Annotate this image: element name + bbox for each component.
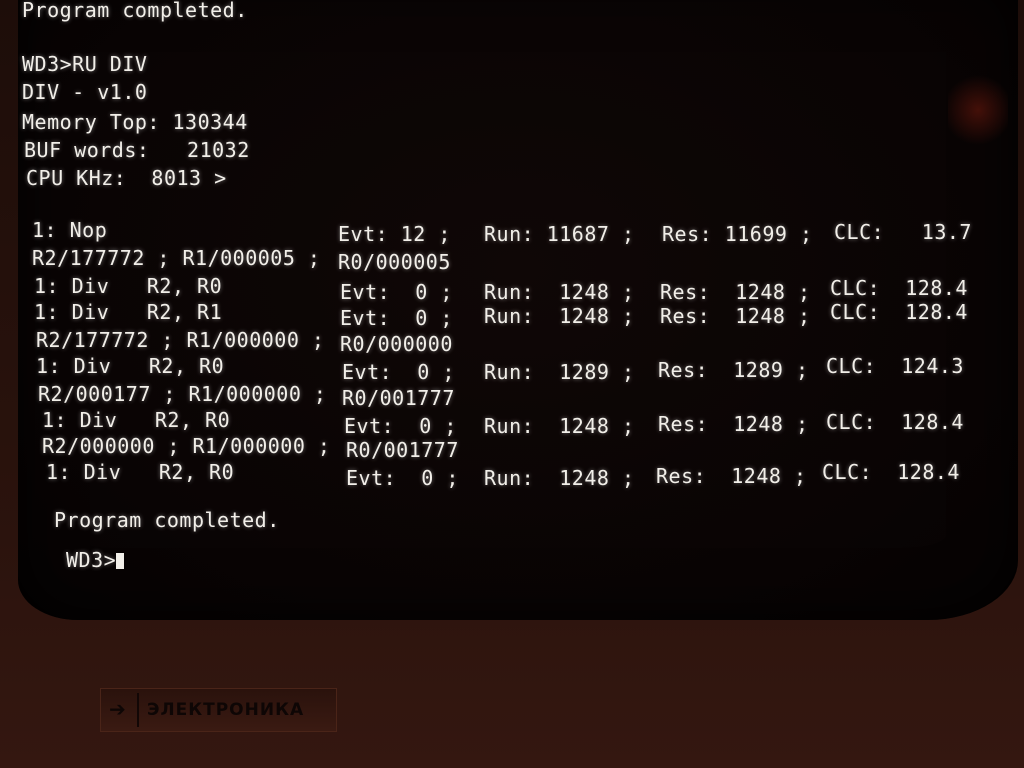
register-r0: R0/000000 (340, 332, 453, 356)
register-line: R2/000000 ; R1/000000 ; (42, 434, 331, 458)
result-clc: CLC: 124.3 (826, 354, 964, 378)
result-evt: Evt: 12 ; (338, 222, 451, 246)
result-clc: CLC: 128.4 (830, 300, 968, 324)
result-left: 1: Div R2, R0 (34, 274, 223, 298)
screen-reflection (948, 70, 1008, 150)
register-line: R2/000177 ; R1/000000 ; (38, 382, 327, 406)
brand-name: ЭЛЕКТРОНИКА (147, 700, 305, 720)
result-clc: CLC: 128.4 (826, 410, 964, 434)
terminal-line: WD3>RU DIV (22, 52, 148, 76)
result-evt: Evt: 0 ; (346, 466, 459, 490)
result-evt: Evt: 0 ; (342, 360, 455, 384)
crt-screen: Program completed. WD3>RU DIV DIV - v1.0… (18, 0, 1018, 620)
terminal-line: BUF words: 21032 (24, 138, 250, 162)
badge-divider (137, 693, 139, 727)
result-res: Res: 11699 ; (662, 222, 813, 246)
brand-badge: ➔ ЭЛЕКТРОНИКА (100, 688, 337, 732)
terminal-line: CPU KHz: 8013 > (26, 166, 227, 190)
result-clc: CLC: 13.7 (834, 220, 972, 244)
result-res: Res: 1248 ; (660, 304, 811, 328)
register-r0: R0/000005 (338, 250, 451, 274)
result-run: Run: 1248 ; (484, 414, 635, 438)
terminal-line: DIV - v1.0 (22, 80, 148, 104)
result-res: Res: 1289 ; (658, 358, 809, 382)
result-clc: CLC: 128.4 (822, 460, 960, 484)
prompt-text: WD3> (66, 548, 117, 572)
command-prompt[interactable]: WD3> (66, 548, 125, 572)
result-clc: CLC: 128.4 (830, 276, 968, 300)
result-evt: Evt: 0 ; (340, 280, 453, 304)
register-r0: R0/001777 (342, 386, 455, 410)
result-run: Run: 11687 ; (484, 222, 635, 246)
elektronika-logo-icon: ➔ (109, 697, 127, 721)
result-run: Run: 1248 ; (484, 466, 635, 490)
result-evt: Evt: 0 ; (340, 306, 453, 330)
register-line: R2/177772 ; R1/000000 ; (36, 328, 325, 352)
result-run: Run: 1248 ; (484, 280, 635, 304)
completion-message: Program completed. (54, 508, 280, 532)
result-left: 1: Div R2, R1 (34, 300, 223, 324)
result-left: 1: Div R2, R0 (36, 354, 225, 378)
result-run: Run: 1248 ; (484, 304, 635, 328)
terminal-line: Program completed. (22, 0, 248, 22)
register-r0: R0/001777 (346, 438, 459, 462)
cursor-icon (116, 553, 125, 569)
result-run: Run: 1289 ; (484, 360, 635, 384)
register-line: R2/177772 ; R1/000005 ; (32, 246, 321, 270)
result-left: 1: Div R2, R0 (46, 460, 235, 484)
result-res: Res: 1248 ; (658, 412, 809, 436)
terminal-line: Memory Top: 130344 (22, 110, 248, 134)
result-left: 1: Nop (32, 218, 108, 242)
result-evt: Evt: 0 ; (344, 414, 457, 438)
result-res: Res: 1248 ; (656, 464, 807, 488)
result-res: Res: 1248 ; (660, 280, 811, 304)
result-left: 1: Div R2, R0 (42, 408, 231, 432)
